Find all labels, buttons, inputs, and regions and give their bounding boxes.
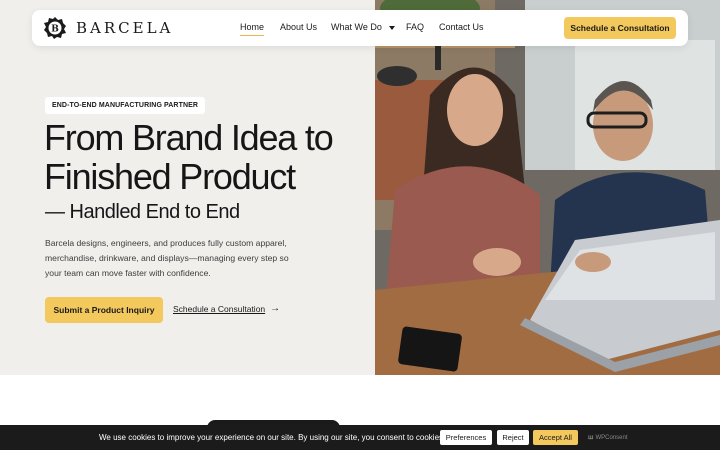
nav-contact-us[interactable]: Contact Us xyxy=(439,22,484,32)
brand-name: BARCELA xyxy=(76,19,174,37)
svg-text:B: B xyxy=(51,25,59,35)
schedule-consultation-link[interactable]: Schedule a Consultation → xyxy=(173,303,281,315)
wpconsent-label: WPConsent xyxy=(595,434,628,441)
nav-what-we-do[interactable]: What We Do xyxy=(331,22,395,32)
hero-eyebrow-badge: END-TO-END MANUFACTURING PARTNER xyxy=(45,97,206,114)
hero-photo xyxy=(375,0,720,375)
nav-about-us[interactable]: About Us xyxy=(280,22,317,32)
hero-title: From Brand Idea to Finished Product xyxy=(44,117,334,197)
cookie-reject-button[interactable]: Reject xyxy=(497,430,529,445)
cookie-preferences-button[interactable]: Preferences xyxy=(440,430,492,445)
cookie-accept-button[interactable]: Accept All xyxy=(533,430,578,445)
chevron-down-icon xyxy=(388,25,395,30)
wpconsent-icon: ꟺ xyxy=(588,435,594,441)
schedule-consultation-link-label: Schedule a Consultation xyxy=(173,304,266,314)
top-navbar: B BARCELA Home About Us What We Do FAQ C… xyxy=(32,10,688,46)
wpconsent-badge[interactable]: ꟺ WPConsent xyxy=(588,434,628,442)
nav-home[interactable]: Home xyxy=(240,22,265,36)
brand-logo[interactable]: B BARCELA xyxy=(44,17,173,39)
cookie-message: We use cookies to improve your experienc… xyxy=(99,433,446,442)
arrow-right-icon: → xyxy=(270,303,281,314)
hero-description: Barcela designs, engineers, and produces… xyxy=(45,238,289,278)
schedule-consultation-button[interactable]: Schedule a Consultation xyxy=(564,17,676,39)
logo-mark-icon: B xyxy=(44,17,66,39)
nav-faq[interactable]: FAQ xyxy=(406,22,424,32)
submit-inquiry-button[interactable]: Submit a Product Inquiry xyxy=(45,297,163,323)
nav-what-we-do-label: What We Do xyxy=(331,22,382,32)
cookie-consent-bar: We use cookies to improve your experienc… xyxy=(0,425,720,450)
hero-subtitle: — Handled End to End xyxy=(45,201,240,223)
